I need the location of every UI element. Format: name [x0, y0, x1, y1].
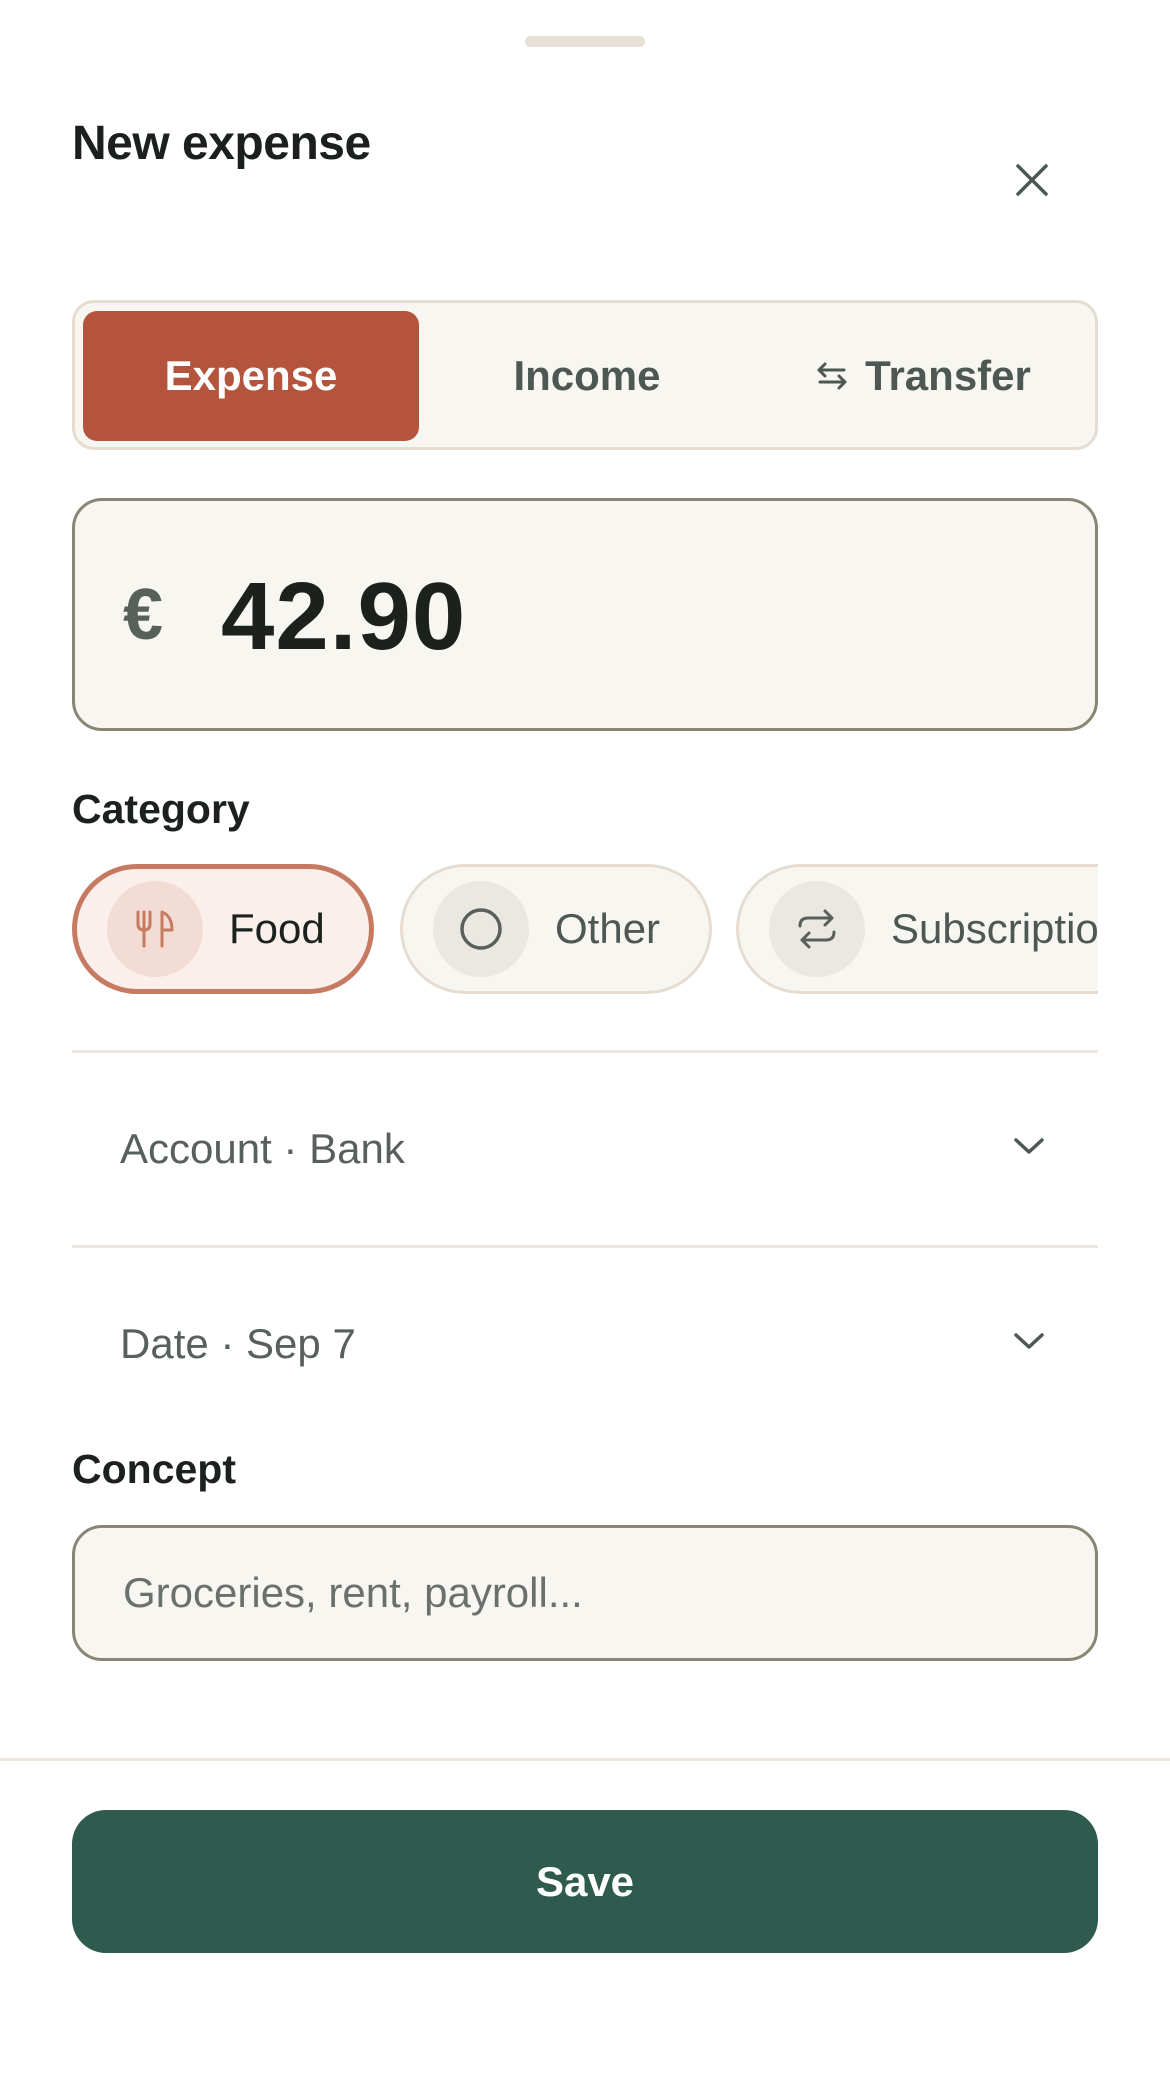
tab-transfer-label: Transfer	[865, 352, 1031, 399]
concept-label: Concept	[72, 1446, 236, 1492]
currency-symbol: €	[123, 575, 164, 655]
category-chip-food[interactable]: Food	[72, 864, 374, 994]
amount-field[interactable]: € 42.90	[72, 498, 1098, 731]
tab-income[interactable]: Income	[419, 311, 755, 441]
footer-divider	[0, 1758, 1170, 1761]
date-select-label: Date · Sep 7	[120, 1319, 356, 1367]
repeat-icon	[769, 881, 865, 977]
sheet-grabber[interactable]	[525, 36, 645, 47]
category-chip-subscriptions-label: Subscriptions	[891, 905, 1098, 952]
tab-expense-label: Expense	[164, 352, 338, 399]
category-label: Category	[72, 786, 250, 832]
category-chip-list[interactable]: Food Other Subscriptions	[72, 864, 1098, 996]
chevron-down-icon	[1014, 1333, 1044, 1349]
save-button[interactable]: Save	[72, 1810, 1098, 1953]
fork-knife-icon	[107, 881, 203, 977]
category-chip-other-label: Other	[555, 905, 661, 952]
chevron-down-icon	[1014, 1138, 1044, 1154]
date-select[interactable]: Date · Sep 7	[72, 1245, 1098, 1439]
close-button[interactable]	[1000, 148, 1064, 212]
tab-transfer[interactable]: Transfer	[755, 311, 1091, 441]
tab-income-label: Income	[513, 352, 661, 399]
tab-expense[interactable]: Expense	[83, 311, 419, 441]
account-select[interactable]: Account · Bank	[72, 1050, 1098, 1244]
swap-arrows-icon	[815, 359, 849, 393]
close-icon	[1016, 164, 1048, 196]
new-expense-sheet: New expense Expense Income Transfer € 42…	[0, 0, 1170, 2073]
amount-value[interactable]: 42.90	[221, 565, 466, 669]
category-chip-food-label: Food	[229, 905, 325, 952]
account-select-label: Account · Bank	[120, 1124, 405, 1172]
concept-input[interactable]	[72, 1525, 1098, 1661]
transaction-type-switch: Expense Income Transfer	[72, 300, 1098, 450]
category-chip-subscriptions[interactable]: Subscriptions	[736, 864, 1098, 994]
circle-icon	[433, 881, 529, 977]
category-chip-other[interactable]: Other	[400, 864, 712, 994]
page-title: New expense	[72, 117, 371, 170]
